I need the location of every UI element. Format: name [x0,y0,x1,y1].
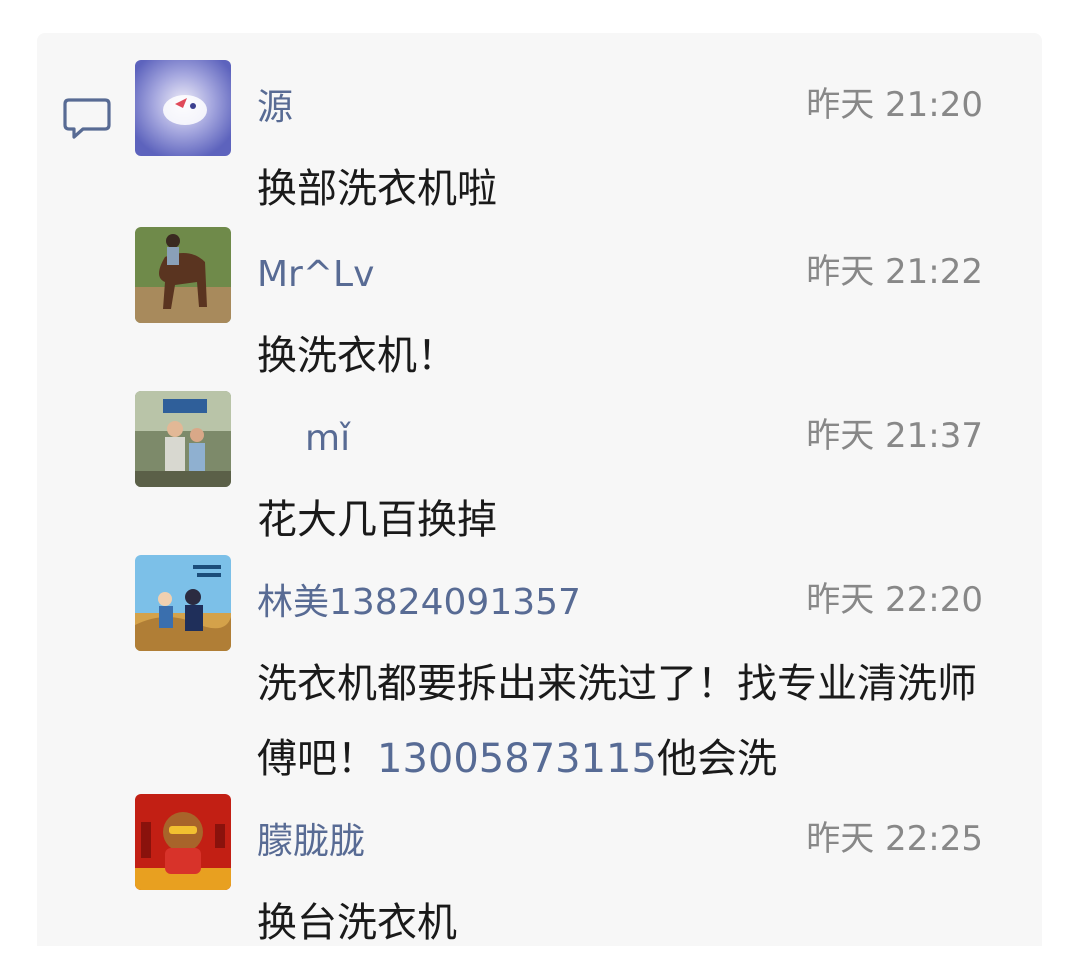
comment-text: 换部洗衣机啦 [257,166,497,212]
avatar[interactable] [135,794,231,890]
avatar[interactable] [135,60,231,156]
comment-author[interactable]: 源 [257,86,293,130]
comment-text-part: 他会洗 [656,736,777,782]
comment-author[interactable]: Mr^Lv [257,253,374,297]
comment-author[interactable]: 林美13824091357 [257,581,581,625]
phone-link[interactable]: 13005873115 [377,736,657,782]
avatar[interactable] [135,227,231,323]
comment-bubble-icon [63,98,111,139]
comment-time: 昨天 21:37 [806,416,983,456]
comment-time: 昨天 21:20 [806,85,983,125]
comment-time: 昨天 22:25 [806,819,983,859]
comment-text: 换台洗衣机 [257,900,457,946]
comment-time: 昨天 22:20 [806,580,983,620]
comment-author[interactable]: mǐ [305,417,350,461]
comment-text: 换洗衣机！ [257,333,457,379]
comment-author[interactable]: 朦胧胧 [257,820,365,864]
comment-text: 洗衣机都要拆出来洗过了！找专业清洗师傅吧！13005873115他会洗 [257,647,987,797]
avatar[interactable] [135,391,231,487]
comment-text: 花大几百换掉 [257,497,497,543]
avatar[interactable] [135,555,231,651]
comment-time: 昨天 21:22 [806,252,983,292]
